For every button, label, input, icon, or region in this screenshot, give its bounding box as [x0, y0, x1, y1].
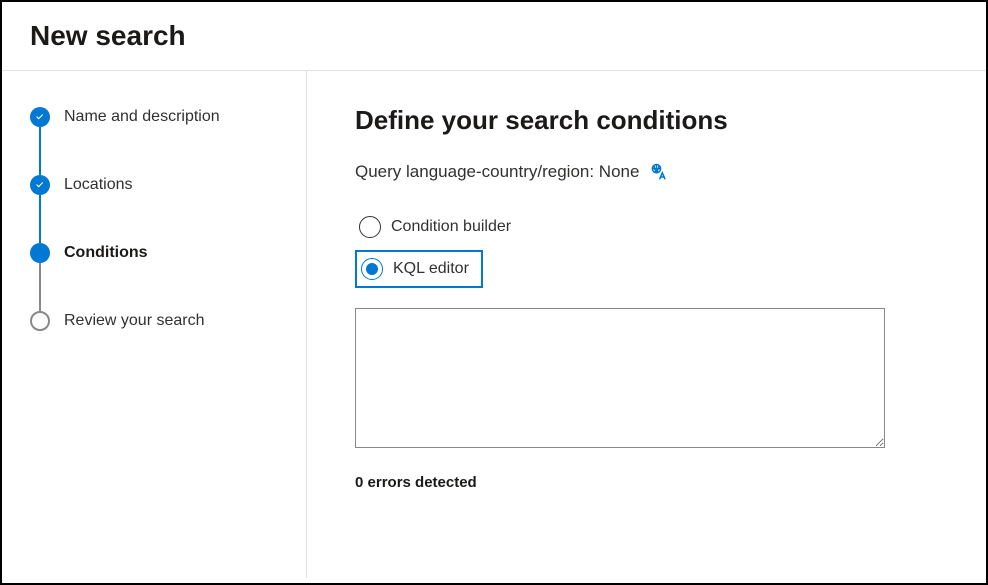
step-name-and-description[interactable]: Name and description — [30, 107, 282, 127]
header: New search — [2, 2, 986, 71]
step-locations[interactable]: Locations — [30, 175, 282, 195]
language-region-row: Query language-country/region: None — [355, 162, 938, 182]
check-icon — [30, 175, 50, 195]
language-region-label: Query language-country/region: None — [355, 162, 639, 182]
kql-editor-textarea[interactable] — [355, 308, 885, 448]
translate-icon[interactable] — [649, 162, 669, 182]
main-heading: Define your search conditions — [355, 105, 938, 136]
step-label: Conditions — [64, 244, 148, 262]
step-label: Name and description — [64, 108, 220, 126]
page-title: New search — [30, 20, 958, 52]
main-panel: Define your search conditions Query lang… — [307, 71, 986, 578]
radio-icon — [359, 216, 381, 238]
errors-status: 0 errors detected — [355, 474, 938, 491]
step-conditions[interactable]: Conditions — [30, 243, 282, 263]
step-review-your-search[interactable]: Review your search — [30, 311, 282, 331]
step-label: Locations — [64, 176, 133, 194]
wizard-sidebar: Name and description Locations Condition… — [2, 71, 307, 578]
body: Name and description Locations Condition… — [2, 71, 986, 578]
wizard-steps: Name and description Locations Condition… — [30, 107, 282, 331]
upcoming-step-icon — [30, 311, 50, 331]
radio-label: KQL editor — [393, 260, 469, 278]
step-label: Review your search — [64, 312, 205, 330]
radio-icon — [361, 258, 383, 280]
step-connector — [39, 127, 41, 175]
editor-mode-radio-group: Condition builder KQL editor — [355, 210, 938, 288]
radio-label: Condition builder — [391, 218, 511, 236]
current-step-icon — [30, 243, 50, 263]
radio-kql-editor[interactable]: KQL editor — [355, 250, 483, 288]
radio-condition-builder[interactable]: Condition builder — [355, 210, 521, 244]
check-icon — [30, 107, 50, 127]
step-connector — [39, 195, 41, 243]
step-connector — [39, 263, 41, 311]
